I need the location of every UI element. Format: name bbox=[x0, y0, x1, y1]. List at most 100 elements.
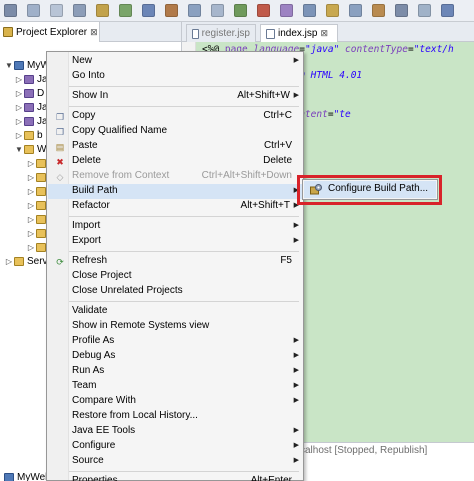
menu-item-validate[interactable]: Validate bbox=[48, 304, 302, 319]
chevron-right-icon[interactable]: ▷ bbox=[26, 229, 36, 238]
tree-item[interactable]: ▷ D bbox=[14, 86, 44, 100]
tree-item[interactable]: ▷ Serv bbox=[4, 254, 48, 268]
menu-item-build-path[interactable]: Build Path ▶ bbox=[48, 184, 302, 199]
folder-open-icon[interactable] bbox=[96, 4, 109, 17]
tree-item[interactable]: ▼ MyW bbox=[4, 58, 50, 72]
submenu-arrow-icon: ▶ bbox=[293, 457, 299, 464]
tree-item-bottom[interactable]: MyWeb bbox=[4, 470, 51, 481]
menu-separator bbox=[69, 251, 299, 252]
close-icon[interactable]: ⊠ bbox=[320, 28, 328, 39]
server-icon[interactable] bbox=[188, 4, 201, 17]
tree-item[interactable]: ▷ Ja bbox=[14, 72, 48, 86]
menu-item-show-in[interactable]: Show In Alt+Shift+W ▶ bbox=[48, 89, 302, 104]
menu-item-label: Show in Remote Systems view bbox=[72, 320, 210, 331]
submenu-arrow-icon: ▶ bbox=[293, 427, 299, 434]
menu-item-source[interactable]: Source ▶ bbox=[48, 454, 302, 469]
debug-icon[interactable] bbox=[142, 4, 155, 17]
forward-icon[interactable] bbox=[372, 4, 385, 17]
chevron-down-icon[interactable]: ▼ bbox=[4, 61, 14, 70]
menu-item-configure[interactable]: Configure ▶ bbox=[48, 439, 302, 454]
menu-item-close-unrelated-projects[interactable]: Close Unrelated Projects bbox=[48, 284, 302, 299]
menu-item-shortcut: F5 bbox=[280, 255, 292, 266]
chevron-right-icon[interactable]: ▷ bbox=[14, 89, 24, 98]
menu-item-label: Close Unrelated Projects bbox=[72, 285, 183, 296]
folder-icon bbox=[36, 242, 46, 252]
chevron-right-icon[interactable]: ▷ bbox=[26, 201, 36, 210]
save-all-icon[interactable] bbox=[50, 4, 63, 17]
chevron-down-icon[interactable]: ▼ bbox=[14, 145, 24, 154]
menu-item-import[interactable]: Import ▶ bbox=[48, 219, 302, 234]
refresh-icon: ⟳ bbox=[56, 257, 64, 267]
history-icon[interactable] bbox=[395, 4, 408, 17]
menu-item-export[interactable]: Export ▶ bbox=[48, 234, 302, 249]
paste-icon: ▤ bbox=[55, 142, 65, 152]
menu-item-team[interactable]: Team ▶ bbox=[48, 379, 302, 394]
new-icon[interactable] bbox=[4, 4, 17, 17]
menu-item-shortcut: Ctrl+V bbox=[263, 140, 292, 151]
menu-item-go-into[interactable]: Go Into bbox=[48, 69, 302, 84]
submenu-arrow-icon: ▶ bbox=[293, 352, 299, 359]
chevron-right-icon[interactable]: ▷ bbox=[26, 159, 36, 168]
menu-item-label: Refresh bbox=[72, 255, 108, 266]
chevron-right-icon[interactable]: ▷ bbox=[26, 173, 36, 182]
submenu-arrow-icon: ▶ bbox=[293, 237, 299, 244]
menu-item-label: Paste bbox=[72, 140, 98, 151]
menu-item-refresh[interactable]: ⟳ Refresh F5 bbox=[48, 254, 302, 269]
tab-index-jsp[interactable]: index.jsp ⊠ bbox=[260, 24, 338, 42]
chevron-right-icon[interactable]: ▷ bbox=[14, 131, 24, 140]
edit-icon[interactable] bbox=[418, 4, 431, 17]
folder-icon bbox=[36, 228, 46, 238]
menu-item-paste[interactable]: ▤ Paste Ctrl+V bbox=[48, 139, 302, 154]
project-explorer-tab[interactable]: Project Explorer ⊠ bbox=[0, 22, 100, 42]
chevron-right-icon[interactable]: ▷ bbox=[14, 75, 24, 84]
copy-qualified-icon: ❐ bbox=[55, 127, 65, 137]
search-icon[interactable] bbox=[303, 4, 316, 17]
chevron-right-icon[interactable]: ▷ bbox=[4, 257, 14, 266]
menu-item-label: Copy bbox=[72, 110, 96, 121]
wizard-icon[interactable] bbox=[280, 4, 293, 17]
tree-item[interactable]: ▷ Ja bbox=[14, 100, 48, 114]
menu-item-profile-as[interactable]: Profile As ▶ bbox=[48, 334, 302, 349]
menu-item-properties[interactable]: Properties Alt+Enter bbox=[48, 474, 302, 481]
deploy-icon[interactable] bbox=[211, 4, 224, 17]
menu-item-delete[interactable]: ✖ Delete Delete bbox=[48, 154, 302, 169]
chevron-right-icon[interactable]: ▷ bbox=[26, 215, 36, 224]
menu-item-show-in-remote-systems-view[interactable]: Show in Remote Systems view bbox=[48, 319, 302, 334]
menu-item-remove-from-context: ◇ Remove from Context Ctrl+Alt+Shift+Down bbox=[48, 169, 302, 184]
back-icon[interactable] bbox=[349, 4, 362, 17]
external-tools-icon[interactable] bbox=[257, 4, 270, 17]
menu-item-debug-as[interactable]: Debug As ▶ bbox=[48, 349, 302, 364]
submenu-arrow-icon: ▶ bbox=[293, 442, 299, 449]
menu-item-restore-from-local-history[interactable]: Restore from Local History... bbox=[48, 409, 302, 424]
chevron-right-icon[interactable]: ▷ bbox=[14, 117, 24, 126]
close-icon[interactable]: ⊠ bbox=[90, 27, 98, 38]
chevron-right-icon[interactable]: ▷ bbox=[14, 103, 24, 112]
menu-item-refactor[interactable]: Refactor Alt+Shift+T ▶ bbox=[48, 199, 302, 214]
run-green-icon[interactable] bbox=[234, 4, 247, 17]
tree-item[interactable]: ▷ Ja bbox=[14, 114, 48, 128]
tree-item[interactable]: ▷ b bbox=[14, 128, 43, 142]
menu-item-run-as[interactable]: Run As ▶ bbox=[48, 364, 302, 379]
tab-register-jsp[interactable]: register.jsp bbox=[186, 24, 256, 42]
menu-item-copy-qualified-name[interactable]: ❐ Copy Qualified Name bbox=[48, 124, 302, 139]
chevron-right-icon[interactable]: ▷ bbox=[26, 243, 36, 252]
menu-item-close-project[interactable]: Close Project bbox=[48, 269, 302, 284]
tree-item-label: Serv bbox=[27, 255, 48, 267]
tree-item[interactable]: ▼ W bbox=[14, 142, 46, 156]
menu-item-copy[interactable]: ❐ Copy Ctrl+C bbox=[48, 109, 302, 124]
chevron-right-icon[interactable]: ▷ bbox=[26, 187, 36, 196]
stop-icon[interactable] bbox=[165, 4, 178, 17]
menu-item-compare-with[interactable]: Compare With ▶ bbox=[48, 394, 302, 409]
run-icon[interactable] bbox=[119, 4, 132, 17]
open-type-icon[interactable] bbox=[326, 4, 339, 17]
package-icon bbox=[24, 102, 34, 112]
submenu-arrow-icon: ▶ bbox=[293, 57, 299, 64]
folder-icon bbox=[36, 172, 46, 182]
save-icon[interactable] bbox=[27, 4, 40, 17]
menu-item-label: Import bbox=[72, 220, 101, 231]
server-status-text: calhost [Stopped, Republish] bbox=[300, 445, 428, 456]
print-icon[interactable] bbox=[73, 4, 86, 17]
menu-item-java-ee-tools[interactable]: Java EE Tools ▶ bbox=[48, 424, 302, 439]
nav-icon[interactable] bbox=[441, 4, 454, 17]
menu-item-new[interactable]: New ▶ bbox=[48, 54, 302, 69]
